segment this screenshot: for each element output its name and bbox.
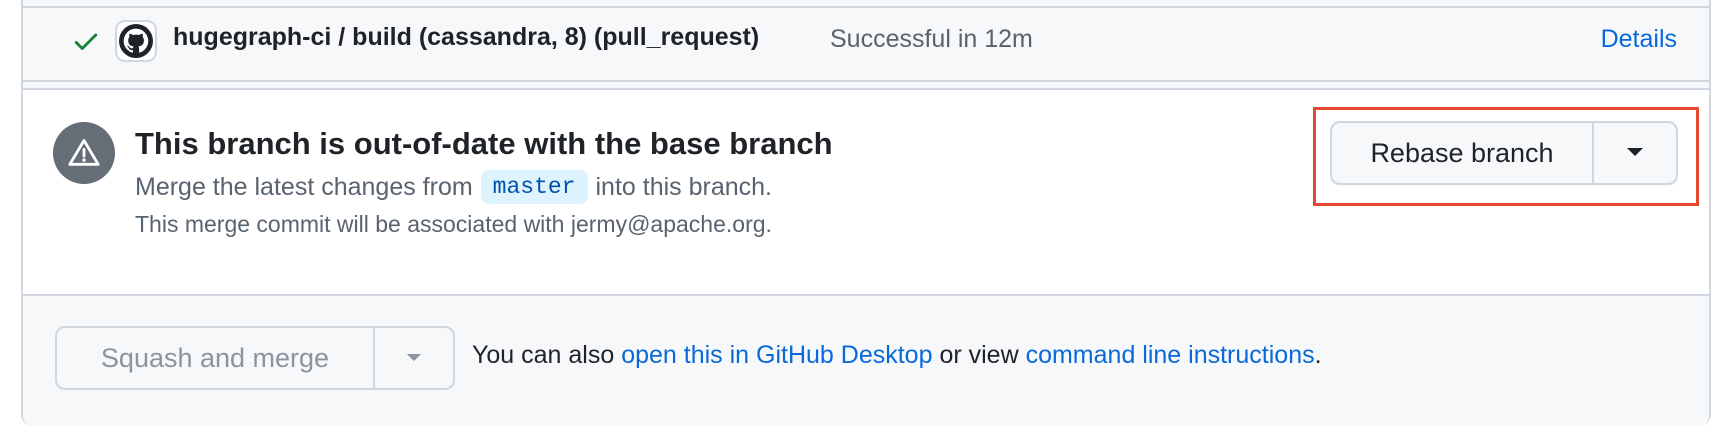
commit-association-note: This merge commit will be associated wit… xyxy=(135,211,772,237)
out-of-date-section: This branch is out-of-date with the base… xyxy=(23,90,1709,296)
alt-text-middle: or view xyxy=(939,341,1019,369)
merge-alternatives-text: You can also open this in GitHub Desktop… xyxy=(472,341,1322,370)
open-github-desktop-link[interactable]: open this in GitHub Desktop xyxy=(621,341,932,369)
out-of-date-title: This branch is out-of-date with the base… xyxy=(135,126,833,161)
command-line-instructions-link[interactable]: command line instructions xyxy=(1026,341,1315,369)
description-suffix: into this branch. xyxy=(595,172,773,201)
rebase-branch-button[interactable]: Rebase branch xyxy=(1332,123,1594,183)
rebase-button-group: Rebase branch xyxy=(1330,121,1678,185)
rebase-options-dropdown[interactable] xyxy=(1594,123,1676,183)
check-status: Successful in 12m xyxy=(830,25,1033,53)
base-branch-name: master xyxy=(480,170,588,204)
squash-and-merge-button[interactable]: Squash and merge xyxy=(57,328,375,388)
triangle-down-icon xyxy=(406,349,422,367)
squash-merge-button-group: Squash and merge xyxy=(55,326,455,390)
merge-method-dropdown[interactable] xyxy=(375,328,453,388)
description-prefix: Merge the latest changes from xyxy=(135,172,473,201)
section-divider xyxy=(23,82,1709,90)
github-octocat-icon xyxy=(115,20,157,62)
check-name: hugegraph-ci / build (cassandra, 8) (pul… xyxy=(173,23,760,51)
alert-triangle-icon xyxy=(53,122,115,184)
out-of-date-description: Merge the latest changes from master int… xyxy=(135,170,772,204)
merge-section: Squash and merge You can also open this … xyxy=(23,296,1709,426)
status-check-row: hugegraph-ci / build (cassandra, 8) (pul… xyxy=(23,0,1709,82)
merge-box: hugegraph-ci / build (cassandra, 8) (pul… xyxy=(21,0,1711,426)
triangle-down-icon xyxy=(1626,144,1644,162)
alt-text-prefix: You can also xyxy=(472,341,615,369)
check-icon xyxy=(71,26,101,56)
alt-text-suffix: . xyxy=(1314,341,1322,369)
divider xyxy=(23,6,1709,8)
details-link[interactable]: Details xyxy=(1601,25,1677,54)
